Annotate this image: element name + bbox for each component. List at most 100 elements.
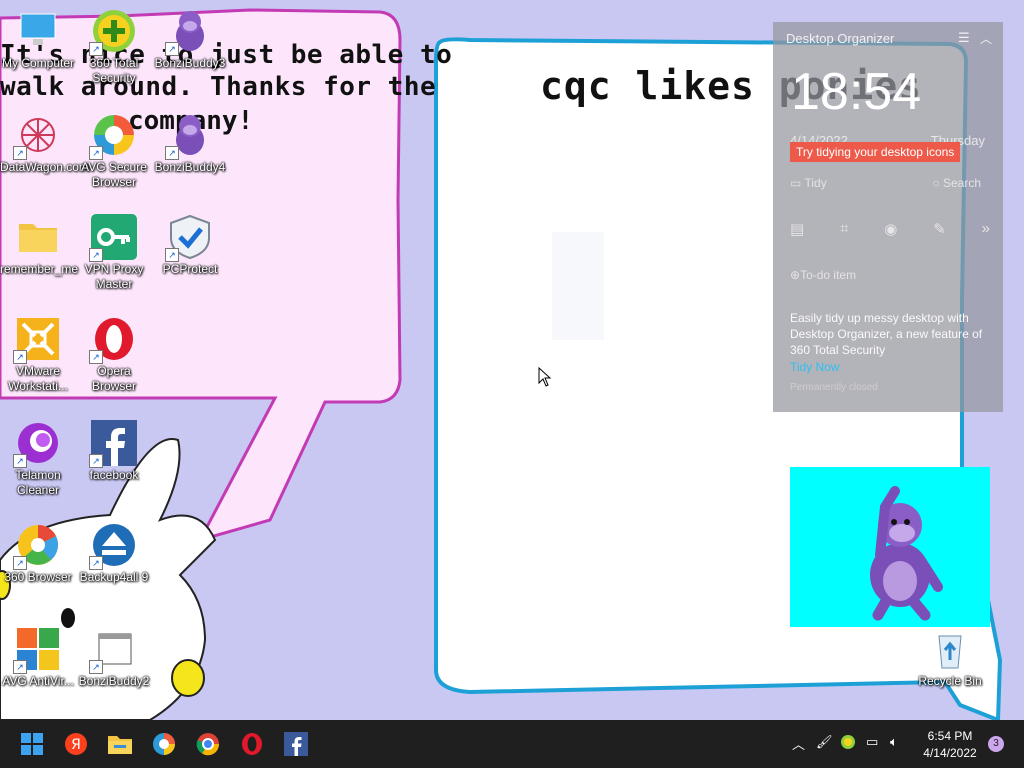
search-label: Search [942, 176, 981, 190]
desktop-icon-telamon-cleaner[interactable]: ↗ Telamon Cleaner [0, 420, 76, 498]
permanently-closed-link[interactable]: Permanently closed [790, 382, 878, 393]
desktop-icon-label: BonziBuddy3 [154, 56, 226, 70]
tidy-now-link[interactable]: Tidy Now [790, 360, 840, 374]
desktop-icon-backup4all[interactable]: ↗ Backup4all 9 [76, 522, 152, 585]
desktop-icon-label: VPN Proxy Master [84, 262, 144, 291]
bonzibuddy-icon: ↗ [165, 8, 213, 56]
menu-icon[interactable]: ☰ [958, 30, 970, 46]
chevron-up-icon[interactable]: ︿ [980, 30, 992, 47]
desktop-icon-label: 360 Total Security [89, 56, 139, 85]
facebook-icon [284, 732, 308, 756]
todo-add-button[interactable]: ⊕To-do item [790, 268, 856, 282]
desktop-icon-bonzibuddy2[interactable]: ↗ BonziBuddy2 [76, 626, 152, 689]
svg-text:Я: Я [71, 737, 81, 753]
search-icon: ○ [932, 176, 943, 190]
taskbar-file-explorer[interactable] [104, 728, 136, 760]
shortcut-arrow-icon: ↗ [13, 350, 27, 364]
chevron-up-icon[interactable]: ︿ [792, 734, 805, 753]
taskbar-chrome[interactable] [192, 728, 224, 760]
desktop-icon-360-total-security[interactable]: ↗ 360 Total Security [76, 8, 152, 86]
desktop-icon-label: Backup4all 9 [79, 570, 149, 584]
shortcut-arrow-icon: ↗ [165, 146, 179, 160]
desktop-icon-vmware[interactable]: ↗ VMware Workstati... [0, 316, 76, 394]
speaker-icon[interactable]: 🔈︎ [890, 734, 898, 750]
tidy-button[interactable]: ▭ Tidy [790, 176, 827, 190]
eye-icon[interactable]: ◉ [884, 220, 897, 238]
organizer-clock: 18:54 [791, 63, 922, 121]
crop-icon[interactable]: ⌗ [840, 220, 848, 238]
monitor-icon [15, 8, 61, 54]
shortcut-arrow-icon: ↗ [13, 556, 27, 570]
bonzibuddy-icon: ↗ [165, 112, 213, 160]
360-browser-icon: ↗ [13, 522, 61, 570]
desktop-icon-bonzibuddy4[interactable]: ↗ BonziBuddy4 [152, 112, 228, 175]
shortcut-arrow-icon: ↗ [89, 454, 103, 468]
desktop-icon-label: AVG Secure Browser [81, 160, 147, 189]
desktop-icon-datawagon[interactable]: ↗ DataWagon.com [0, 112, 89, 175]
shortcut-arrow-icon: ↗ [89, 42, 103, 56]
bonzibuddy-character-window[interactable] [790, 467, 990, 627]
desktop-icon-avg-secure-browser[interactable]: ↗ AVG Secure Browser [76, 112, 152, 190]
taskbar-avg-secure-browser[interactable] [148, 728, 180, 760]
avg-antivirus-icon: ↗ [13, 626, 61, 674]
desktop-icon-label: AVG AntiVir... [2, 674, 74, 688]
desktop-icon-remember-me[interactable]: remember_me [0, 214, 78, 277]
desktop-icon-bonzibuddy3[interactable]: ↗ BonziBuddy3 [152, 8, 228, 71]
taskbar-clock-time[interactable]: 6:54 PM [921, 729, 979, 743]
taskbar-yandex[interactable]: Я [60, 728, 92, 760]
shortcut-arrow-icon: ↗ [89, 146, 103, 160]
taskbar-opera[interactable] [236, 728, 268, 760]
telamon-icon: ↗ [13, 420, 61, 468]
files-icon[interactable]: ▤ [790, 220, 804, 238]
bunny-eye [61, 608, 75, 628]
desktop-icon-360-browser[interactable]: ↗ 360 Browser [0, 522, 76, 585]
desktop-icon-avg-antivirus[interactable]: ↗ AVG AntiVir... [0, 626, 76, 689]
vmware-icon: ↗ [13, 316, 61, 364]
facebook-icon: ↗ [89, 420, 137, 468]
desktop-icon-label: DataWagon.com [0, 160, 89, 174]
todo-label: To-do item [800, 268, 857, 282]
mouse-cursor-icon [538, 367, 552, 387]
organizer-title: Desktop Organizer [786, 31, 895, 46]
desktop-icon-facebook[interactable]: ↗ facebook [76, 420, 152, 483]
desktop-icon-label: BonziBuddy4 [154, 160, 226, 174]
desktop-icon-label: VMware Workstati... [8, 364, 68, 393]
notes-icon[interactable]: ✎ [933, 220, 946, 238]
desktop-icon-label: Telamon Cleaner [15, 468, 61, 497]
yandex-icon: Я [65, 733, 87, 755]
faint-rectangle [552, 232, 604, 340]
shortcut-arrow-icon: ↗ [89, 556, 103, 570]
desktop-icon-label: 360 Browser [4, 570, 72, 584]
opera-icon [242, 733, 262, 755]
desktop-icon-label: My Computer [1, 56, 75, 70]
network-icon[interactable]: ▭ [866, 734, 878, 750]
shortcut-arrow-icon: ↗ [89, 248, 103, 262]
shortcut-arrow-icon: ↗ [165, 42, 179, 56]
tidy-tip-badge[interactable]: Try tidying your desktop icons [790, 142, 961, 162]
double-chevron-right-icon[interactable]: » [982, 220, 990, 238]
desktop-icon-my-computer[interactable]: My Computer [0, 8, 76, 71]
brush-tray-icon[interactable]: 🖌 [816, 734, 833, 750]
datawagon-icon: ↗ [13, 112, 61, 160]
shortcut-arrow-icon: ↗ [13, 146, 27, 160]
360-tray-icon[interactable] [840, 734, 856, 753]
desktop-icon-label: BonziBuddy2 [78, 674, 150, 688]
backup-icon: ↗ [89, 522, 137, 570]
desktop-icon-pcprotect[interactable]: ↗ PCProtect [152, 214, 228, 277]
notification-count-badge[interactable]: 3 [988, 736, 1004, 752]
vpn-key-icon: ↗ [89, 214, 137, 262]
taskbar-clock-date[interactable]: 4/14/2022 [918, 746, 982, 760]
bubble-text-line-2: walk around. Thanks for the [0, 72, 437, 102]
shield-check-icon: ↗ [165, 214, 213, 262]
start-button[interactable] [16, 728, 48, 760]
search-button[interactable]: ○ Search [932, 176, 981, 190]
taskbar: Я ︿ 🖌 ▭ 🔈︎ 6:54 PM 4/14/2022 3 [0, 720, 1024, 768]
desktop-icon-opera-browser[interactable]: ↗ Opera Browser [76, 316, 152, 394]
monitor-icon: ▭ [790, 176, 805, 190]
desktop-icon-recycle-bin[interactable]: Recycle Bin [912, 626, 988, 689]
desktop-icon-vpn-proxy-master[interactable]: ↗ VPN Proxy Master [76, 214, 152, 292]
desktop-organizer-panel: Desktop Organizer ☰ ︿ 18:54 4/14/2022 Th… [773, 22, 1003, 412]
taskbar-facebook[interactable] [280, 728, 312, 760]
bonzibuddy-character-icon [870, 486, 943, 621]
tidy-label: Tidy [804, 176, 827, 190]
